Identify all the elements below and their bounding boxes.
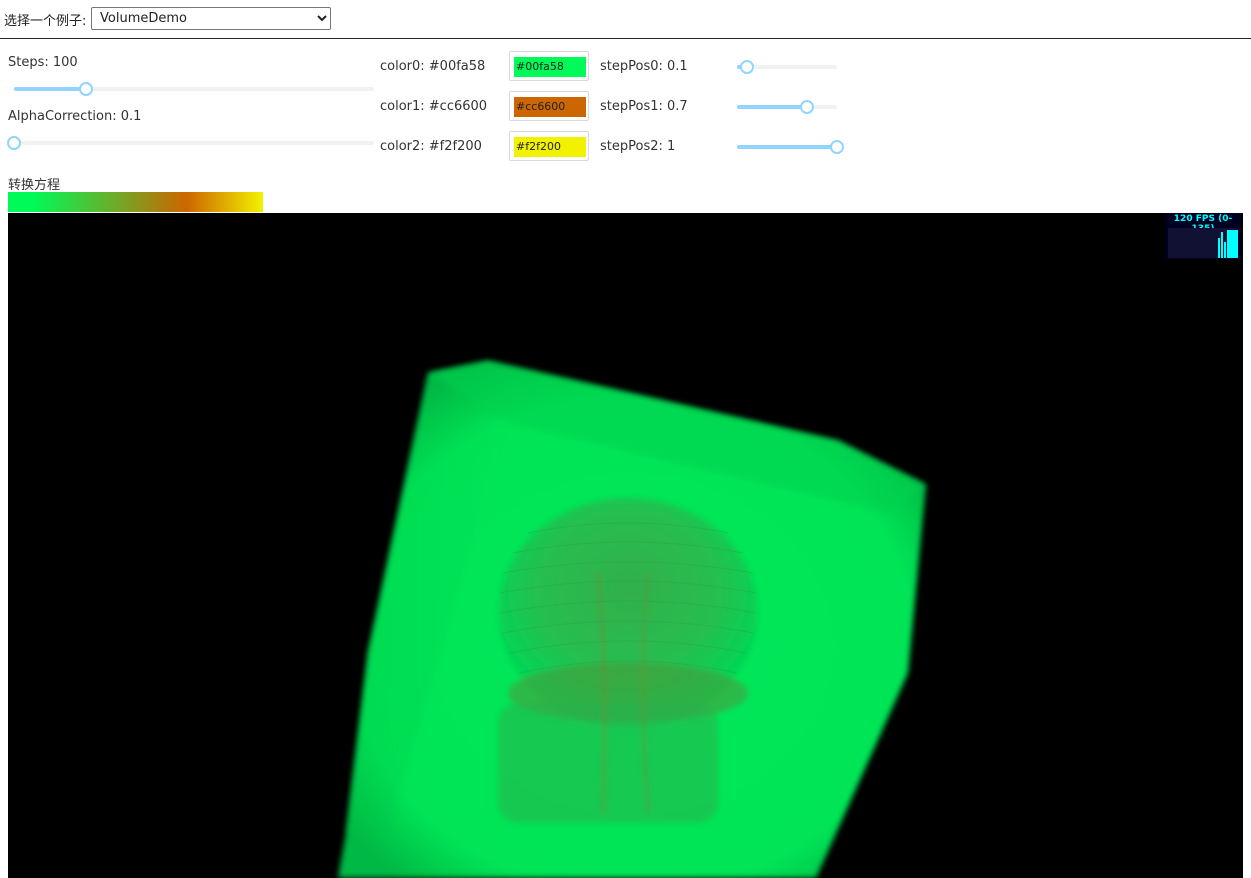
steppos2-label: stepPos2: 1: [600, 139, 676, 154]
steppos1-slider-handle[interactable]: [800, 100, 814, 114]
steppos0-slider-handle[interactable]: [740, 60, 754, 74]
volume-render-viewport[interactable]: 120 FPS (0-135): [8, 213, 1243, 878]
steppos2-slider-fill: [737, 145, 837, 149]
color1-chip: #cc6600: [514, 97, 586, 117]
example-selector-bar: 选择一个例子: VolumeDemo: [0, 0, 1251, 39]
transfer-function-gradient: [8, 192, 263, 212]
steps-slider[interactable]: [14, 82, 374, 96]
color1-picker[interactable]: #cc6600: [509, 91, 589, 121]
color2-label: color2: #f2f200: [380, 139, 482, 154]
fps-graph-bars: [1218, 230, 1238, 258]
steps-label: Steps: 100: [8, 55, 78, 70]
steppos0-label: stepPos0: 0.1: [600, 59, 688, 74]
fps-graph: [1168, 228, 1238, 258]
color0-chip: #00fa58: [514, 57, 586, 77]
steps-slider-fill: [14, 87, 86, 91]
alpha-correction-slider-handle[interactable]: [7, 136, 21, 150]
steppos2-slider-handle[interactable]: [830, 140, 844, 154]
steppos0-slider[interactable]: [737, 60, 837, 74]
color2-chip: #f2f200: [514, 137, 586, 157]
steppos2-slider[interactable]: [737, 140, 844, 154]
steppos1-slider[interactable]: [737, 100, 837, 114]
alpha-correction-slider-track: [14, 141, 374, 145]
color2-picker[interactable]: #f2f200: [509, 131, 589, 161]
fps-stats-panel[interactable]: 120 FPS (0-135): [1165, 213, 1241, 259]
color0-picker[interactable]: #00fa58: [509, 51, 589, 81]
example-select[interactable]: VolumeDemo: [91, 7, 331, 30]
color1-label: color1: #cc6600: [380, 99, 488, 114]
transfer-function-label: 转换方程: [8, 178, 61, 193]
volume-render-canvas: [338, 361, 926, 878]
color0-label: color0: #00fa58: [380, 59, 486, 74]
alpha-correction-slider[interactable]: [7, 136, 374, 150]
steppos1-slider-fill: [737, 105, 807, 109]
alpha-correction-label: AlphaCorrection: 0.1: [8, 109, 142, 124]
example-select-label: 选择一个例子:: [4, 14, 87, 29]
steps-slider-handle[interactable]: [79, 82, 93, 96]
steppos1-label: stepPos1: 0.7: [600, 99, 688, 114]
